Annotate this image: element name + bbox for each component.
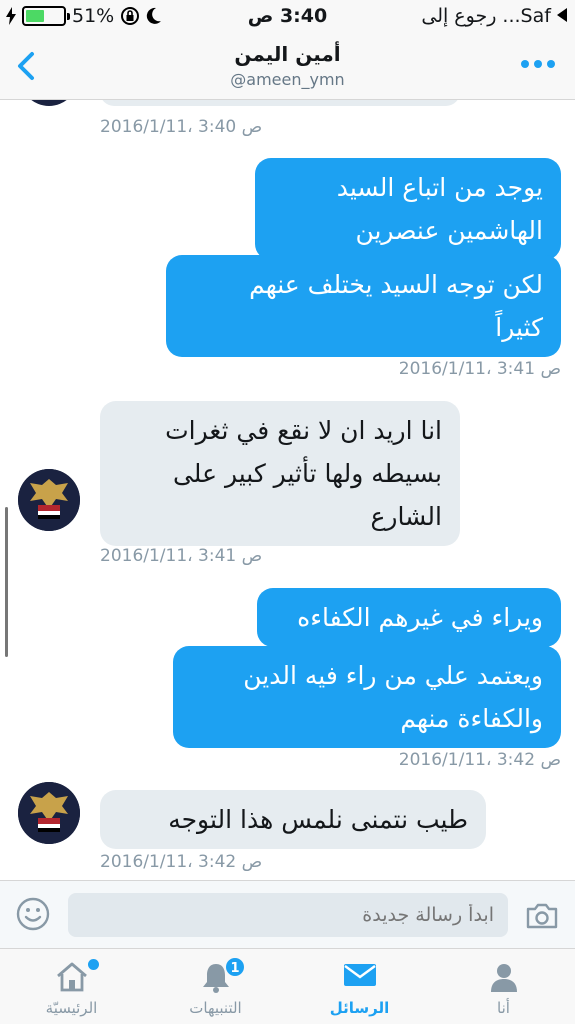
conversation-title: أمين اليمن	[234, 42, 341, 66]
message-text: لكن توجه السيد يختلف عنهم كثيراً	[249, 270, 543, 342]
tab-messages[interactable]: الرسائل	[288, 949, 431, 1024]
emblem-icon	[18, 782, 80, 844]
message-text: ويعتمد علي من راء فيه الدين والكفاءة منه…	[243, 661, 543, 733]
back-to-app-label: رجوع إلى ...Saf	[421, 5, 551, 27]
tab-notifications[interactable]: 1 التنبيهات	[144, 949, 287, 1024]
message-text: انا اريد ان لا نقع في ثغرات بسيطه ولها ت…	[165, 416, 442, 531]
home-icon	[56, 962, 87, 992]
emoji-icon[interactable]	[16, 897, 50, 931]
envelope-icon	[343, 964, 376, 986]
message-timestamp: 2016/1/11، 3:41 ص	[100, 546, 263, 566]
avatar[interactable]	[18, 782, 80, 844]
message-text: طيب نتمنى نلمس هذا التوجه	[168, 805, 468, 834]
notifications-badge: 1	[224, 956, 246, 978]
scroll-indicator[interactable]	[5, 507, 8, 657]
message-timestamp: 2016/1/11، 3:42 ص	[398, 750, 561, 770]
avatar[interactable]	[20, 100, 78, 106]
tab-label: الرسائل	[329, 999, 390, 1017]
outgoing-message-bubble[interactable]: ويراء في غيرهم الكفاءه	[257, 588, 561, 647]
message-text: ويراء في غيرهم الكفاءه	[297, 603, 543, 632]
status-bar: 51% 3:40 ص رجوع إلى ...Saf	[0, 0, 575, 34]
home-new-dot	[88, 959, 99, 970]
person-icon	[490, 964, 517, 992]
tab-label: أنا	[497, 999, 510, 1017]
message-timestamp: 2016/1/11، 3:41 ص	[398, 359, 561, 379]
back-to-app-link[interactable]: رجوع إلى ...Saf	[421, 5, 567, 27]
tab-home[interactable]: الرئيسيّة	[0, 949, 143, 1024]
camera-icon[interactable]	[525, 903, 559, 929]
incoming-message-bubble[interactable]: طيب نتمنى نلمس هذا التوجه	[100, 790, 486, 849]
back-triangle-icon	[557, 8, 567, 22]
incoming-message-bubble[interactable]	[100, 100, 460, 106]
message-timestamp: 2016/1/11، 3:42 ص	[100, 852, 263, 872]
message-thread[interactable]: 2016/1/11، 3:40 ص يوجد من اتباع السيد ال…	[0, 100, 575, 880]
message-composer	[0, 880, 575, 948]
tab-bar: الرئيسيّة 1 التنبيهات الرسائل أنا	[0, 948, 575, 1024]
tab-label: التنبيهات	[189, 999, 242, 1017]
tab-label: الرئيسيّة	[45, 999, 98, 1017]
avatar[interactable]	[18, 469, 80, 531]
conversation-handle: @ameen_ymn	[230, 70, 345, 89]
more-options-icon[interactable]	[521, 60, 555, 68]
outgoing-message-bubble[interactable]: يوجد من اتباع السيد الهاشمين عنصرين	[255, 158, 561, 260]
message-timestamp: 2016/1/11، 3:40 ص	[100, 117, 263, 137]
tab-me[interactable]: أنا	[432, 949, 575, 1024]
message-input[interactable]	[68, 893, 508, 937]
message-text: يوجد من اتباع السيد الهاشمين عنصرين	[336, 173, 543, 245]
incoming-message-bubble[interactable]: انا اريد ان لا نقع في ثغرات بسيطه ولها ت…	[100, 401, 460, 546]
outgoing-message-bubble[interactable]: لكن توجه السيد يختلف عنهم كثيراً	[166, 255, 561, 357]
nav-bar: أمين اليمن @ameen_ymn	[0, 34, 575, 100]
outgoing-message-bubble[interactable]: ويعتمد علي من راء فيه الدين والكفاءة منه…	[173, 646, 561, 748]
emblem-icon	[18, 469, 80, 531]
